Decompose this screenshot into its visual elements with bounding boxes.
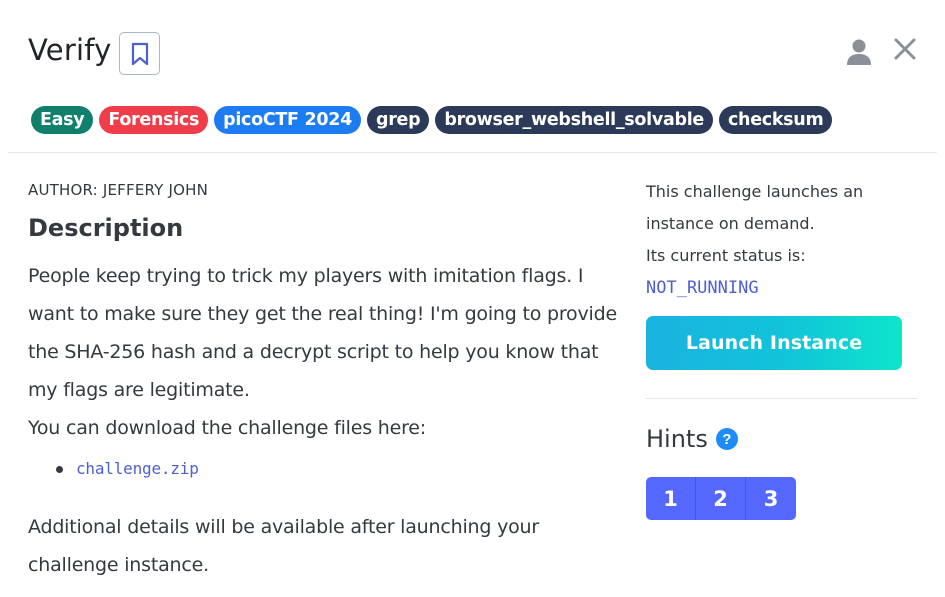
tag-difficulty[interactable]: Easy bbox=[31, 106, 94, 134]
hint-button-1[interactable]: 1 bbox=[646, 477, 696, 520]
tag-checksum[interactable]: checksum bbox=[718, 106, 833, 134]
list-item: challenge.zip bbox=[56, 449, 618, 487]
description-body: People keep trying to trick my players w… bbox=[28, 257, 618, 584]
instance-status: NOT_RUNNING bbox=[646, 278, 759, 298]
tag-webshell[interactable]: browser_webshell_solvable bbox=[435, 106, 713, 134]
challenge-zip-link[interactable]: challenge.zip bbox=[76, 459, 199, 478]
author-label: AUTHOR: JEFFERY JOHN bbox=[28, 181, 209, 199]
description-section: AUTHOR: JEFFERY JOHN Description People … bbox=[28, 176, 618, 584]
tag-grep[interactable]: grep bbox=[366, 106, 430, 134]
additional-details: Additional details will be available aft… bbox=[28, 508, 618, 584]
challenge-header: Verify Easy Forensics picoCTF 2024 grep … bbox=[0, 0, 945, 152]
description-line: People keep trying to trick my players w… bbox=[28, 265, 584, 287]
description-line: my flags are legitimate. bbox=[28, 379, 250, 401]
description-line: You can download the challenge files her… bbox=[28, 417, 426, 439]
sidebar-divider bbox=[646, 398, 918, 399]
additional-line: challenge instance. bbox=[28, 554, 209, 576]
hint-button-2[interactable]: 2 bbox=[696, 477, 746, 520]
close-icon[interactable] bbox=[894, 38, 916, 60]
header-divider bbox=[8, 152, 937, 153]
page-title: Verify bbox=[28, 33, 112, 67]
instance-info-line: instance on demand. bbox=[646, 214, 815, 233]
instance-info-line: This challenge launches an bbox=[646, 182, 864, 201]
tag-event[interactable]: picoCTF 2024 bbox=[214, 106, 361, 134]
user-icon[interactable] bbox=[846, 38, 872, 66]
tag-list: Easy Forensics picoCTF 2024 grep browser… bbox=[31, 106, 833, 134]
hint-button-group: 1 2 3 bbox=[646, 477, 918, 520]
file-list: challenge.zip bbox=[28, 449, 618, 487]
hint-button-3[interactable]: 3 bbox=[746, 477, 796, 520]
help-icon[interactable]: ? bbox=[715, 428, 738, 450]
additional-line: Additional details will be available aft… bbox=[28, 516, 539, 538]
hints-heading: Hints bbox=[646, 425, 708, 453]
bookmark-button[interactable] bbox=[119, 32, 160, 75]
tag-category[interactable]: Forensics bbox=[99, 106, 209, 134]
bookmark-icon bbox=[131, 42, 148, 65]
description-line: want to make sure they get the real thin… bbox=[28, 303, 617, 325]
description-heading: Description bbox=[28, 214, 184, 242]
launch-instance-button[interactable]: Launch Instance bbox=[646, 316, 902, 370]
instance-sidebar: This challenge launches an instance on d… bbox=[646, 176, 918, 520]
hints-header: Hints ? bbox=[646, 423, 918, 455]
instance-info-line: Its current status is: bbox=[646, 246, 806, 265]
description-line: the SHA-256 hash and a decrypt script to… bbox=[28, 341, 599, 363]
